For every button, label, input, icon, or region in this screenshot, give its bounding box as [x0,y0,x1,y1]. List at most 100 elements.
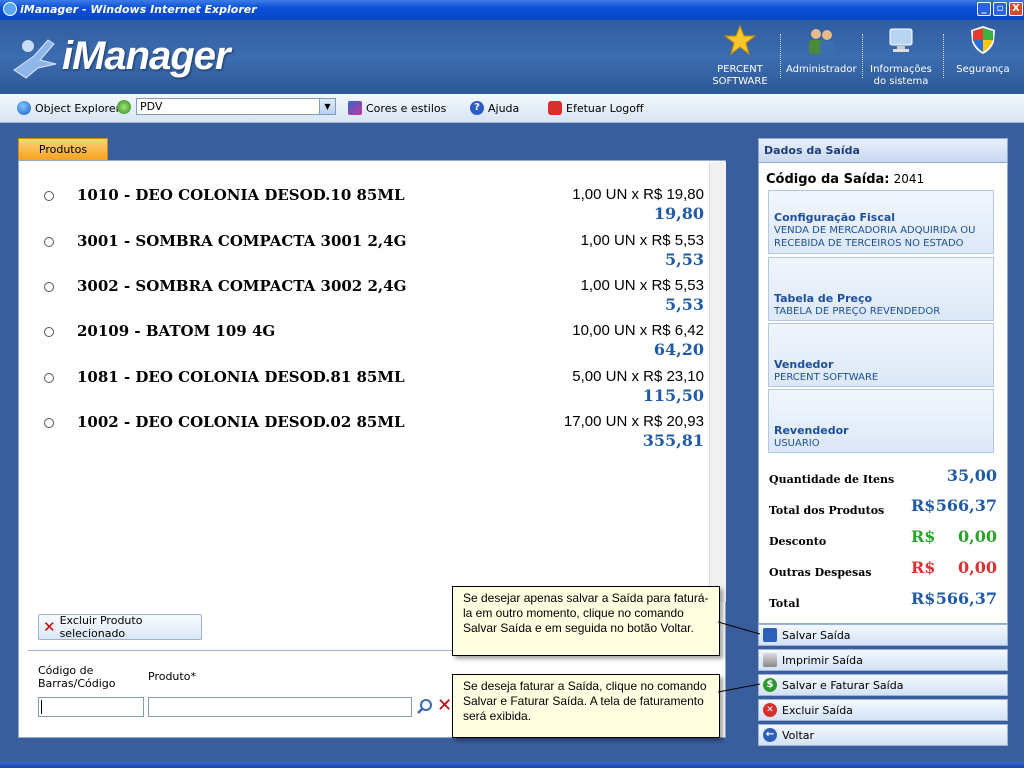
excluir-produto-button[interactable]: ✕ Excluir Produto selecionado [38,614,202,640]
header-item-label: Informações do sistema [870,64,932,87]
refresh-icon[interactable] [117,100,131,114]
window-title-bar: iManager - Windows Internet Explorer _ ▫… [0,0,1024,20]
product-radio[interactable] [44,191,54,201]
product-name: 1081 - DEO COLONIA DESOD.81 85ML [77,368,405,386]
delete-icon: ✕ [763,703,777,717]
text-caret [41,700,42,714]
maximize-button[interactable]: ▫ [993,2,1007,16]
star-icon [723,24,757,56]
product-total: 64,20 [653,340,704,359]
excluir-saida-button[interactable]: ✕ Excluir Saída [758,699,1008,721]
object-explorer-button[interactable]: Object Explorer [17,100,120,116]
toolbar: Object Explorer PDV ▼ Cores e estilos ? … [0,94,1024,123]
product-total: 19,80 [653,204,704,223]
tabela-preco-value: TABELA DE PREÇO REVENDEDOR [774,306,941,317]
tab-produtos[interactable]: Produtos [18,138,108,160]
product-row[interactable]: 3002 - SOMBRA COMPACTA 3002 2,4G 1,00 UN… [40,277,704,323]
total-currency: R$ [911,589,936,608]
window-title: iManager - Windows Internet Explorer [20,3,257,16]
product-row[interactable]: 20109 - BATOM 109 4G 10,00 UN x R$ 6,42 … [40,322,704,368]
callout-salvar: Se desejar apenas salvar a Saída para fa… [452,586,720,656]
callout-faturar: Se deseja faturar a Saída, clique no com… [452,674,720,738]
total-produtos-currency: R$ [911,496,936,515]
product-radio[interactable] [44,418,54,428]
config-fiscal-value: VENDA DE MERCADORIA ADQUIRIDA OU RECEBID… [774,225,976,249]
ie-icon [3,2,17,16]
excluir-saida-label: Excluir Saída [782,703,853,717]
total-label: Total [769,597,800,610]
product-name: 20109 - BATOM 109 4G [77,322,276,340]
salvar-saida-button[interactable]: Salvar Saída [758,624,1008,646]
chevron-down-icon[interactable]: ▼ [319,99,335,114]
header-item-label: PERCENT SOFTWARE [712,64,768,87]
imprimir-saida-button[interactable]: Imprimir Saída [758,649,1008,671]
header-item-label: Administrador [786,64,857,75]
total-produtos-label: Total dos Produtos [769,504,885,517]
monitor-icon [889,28,913,52]
product-name: 3002 - SOMBRA COMPACTA 3002 2,4G [77,277,407,295]
produto-label: Produto* [148,670,196,683]
globe-icon [17,101,31,115]
salvar-faturar-button[interactable]: $ Salvar e Faturar Saída [758,674,1008,696]
product-qty: 1,00 UN x R$ 19,80 [572,186,704,203]
tabela-preco-title: Tabela de Preço [774,292,873,305]
total-produtos-value: 566,37 [935,496,997,515]
vendedor-value: PERCENT SOFTWARE [774,372,879,383]
clear-icon[interactable]: ✕ [437,697,452,717]
object-explorer-label: Object Explorer [35,101,121,115]
voltar-button[interactable]: ← Voltar [758,724,1008,746]
header-separator [943,34,944,78]
product-qty: 1,00 UN x R$ 5,53 [580,277,704,294]
scrollbar[interactable] [709,162,726,602]
callout-pointer [718,683,761,693]
pdv-select[interactable]: PDV ▼ [136,98,336,115]
close-window-button[interactable]: X [1009,2,1023,16]
cores-estilos-button[interactable]: Cores e estilos [348,100,446,116]
product-row[interactable]: 1002 - DEO COLONIA DESOD.02 85ML 17,00 U… [40,413,704,459]
qtd-itens-label: Quantidade de Itens [769,473,895,486]
ajuda-button[interactable]: ? Ajuda [470,100,519,116]
codigo-input[interactable] [38,697,144,717]
product-row[interactable]: 1010 - DEO COLONIA DESOD.10 85ML 1,00 UN… [40,186,704,232]
product-total: 355,81 [642,431,704,450]
revendedor-title: Revendedor [774,424,849,437]
dollar-icon: $ [763,678,777,692]
x-icon: ✕ [43,618,56,636]
dados-saida-header: Dados da Saída [759,139,1007,163]
search-icon[interactable] [415,697,435,717]
codigo-label: Código de Barras/Código [38,664,116,690]
desconto-value: 0,00 [958,527,997,546]
codigo-saida: Código da Saída: 2041 [766,172,924,187]
vendedor-box[interactable]: Vendedor PERCENT SOFTWARE [768,323,994,387]
total-value: 566,37 [935,589,997,608]
product-radio[interactable] [44,282,54,292]
header-percent-software[interactable]: PERCENT SOFTWARE [706,24,774,88]
product-row[interactable]: 3001 - SOMBRA COMPACTA 3001 2,4G 1,00 UN… [40,232,704,278]
taskbar [0,762,1024,768]
codigo-saida-label: Código da Saída: [766,172,890,187]
codigo-saida-value: 2041 [893,172,925,186]
config-fiscal-title: Configuração Fiscal [774,211,896,224]
print-icon [763,653,777,667]
product-radio[interactable] [44,373,54,383]
revendedor-box[interactable]: Revendedor USUARIO [768,389,994,453]
vendedor-title: Vendedor [774,358,834,371]
tabela-preco-box[interactable]: Tabela de Preço TABELA DE PREÇO REVENDED… [768,257,994,321]
logoff-button[interactable]: Efetuar Logoff [548,100,644,116]
header-informacoes[interactable]: Informações do sistema [866,24,936,88]
ajuda-label: Ajuda [488,101,520,115]
product-row[interactable]: 1081 - DEO COLONIA DESOD.81 85ML 5,00 UN… [40,368,704,414]
product-radio[interactable] [44,327,54,337]
revendedor-value: USUARIO [774,438,820,449]
header-administrador[interactable]: Administrador [786,24,857,76]
produto-input[interactable] [148,697,412,717]
outras-despesas-label: Outras Despesas [769,566,872,579]
product-radio[interactable] [44,237,54,247]
header-seguranca[interactable]: Segurança [950,24,1016,76]
product-qty: 1,00 UN x R$ 5,53 [580,232,704,249]
users-icon [809,29,834,54]
minimize-button[interactable]: _ [977,2,991,16]
logo-icon [13,39,57,79]
shield-icon [971,26,995,54]
config-fiscal-box[interactable]: Configuração Fiscal VENDA DE MERCADORIA … [768,190,994,254]
